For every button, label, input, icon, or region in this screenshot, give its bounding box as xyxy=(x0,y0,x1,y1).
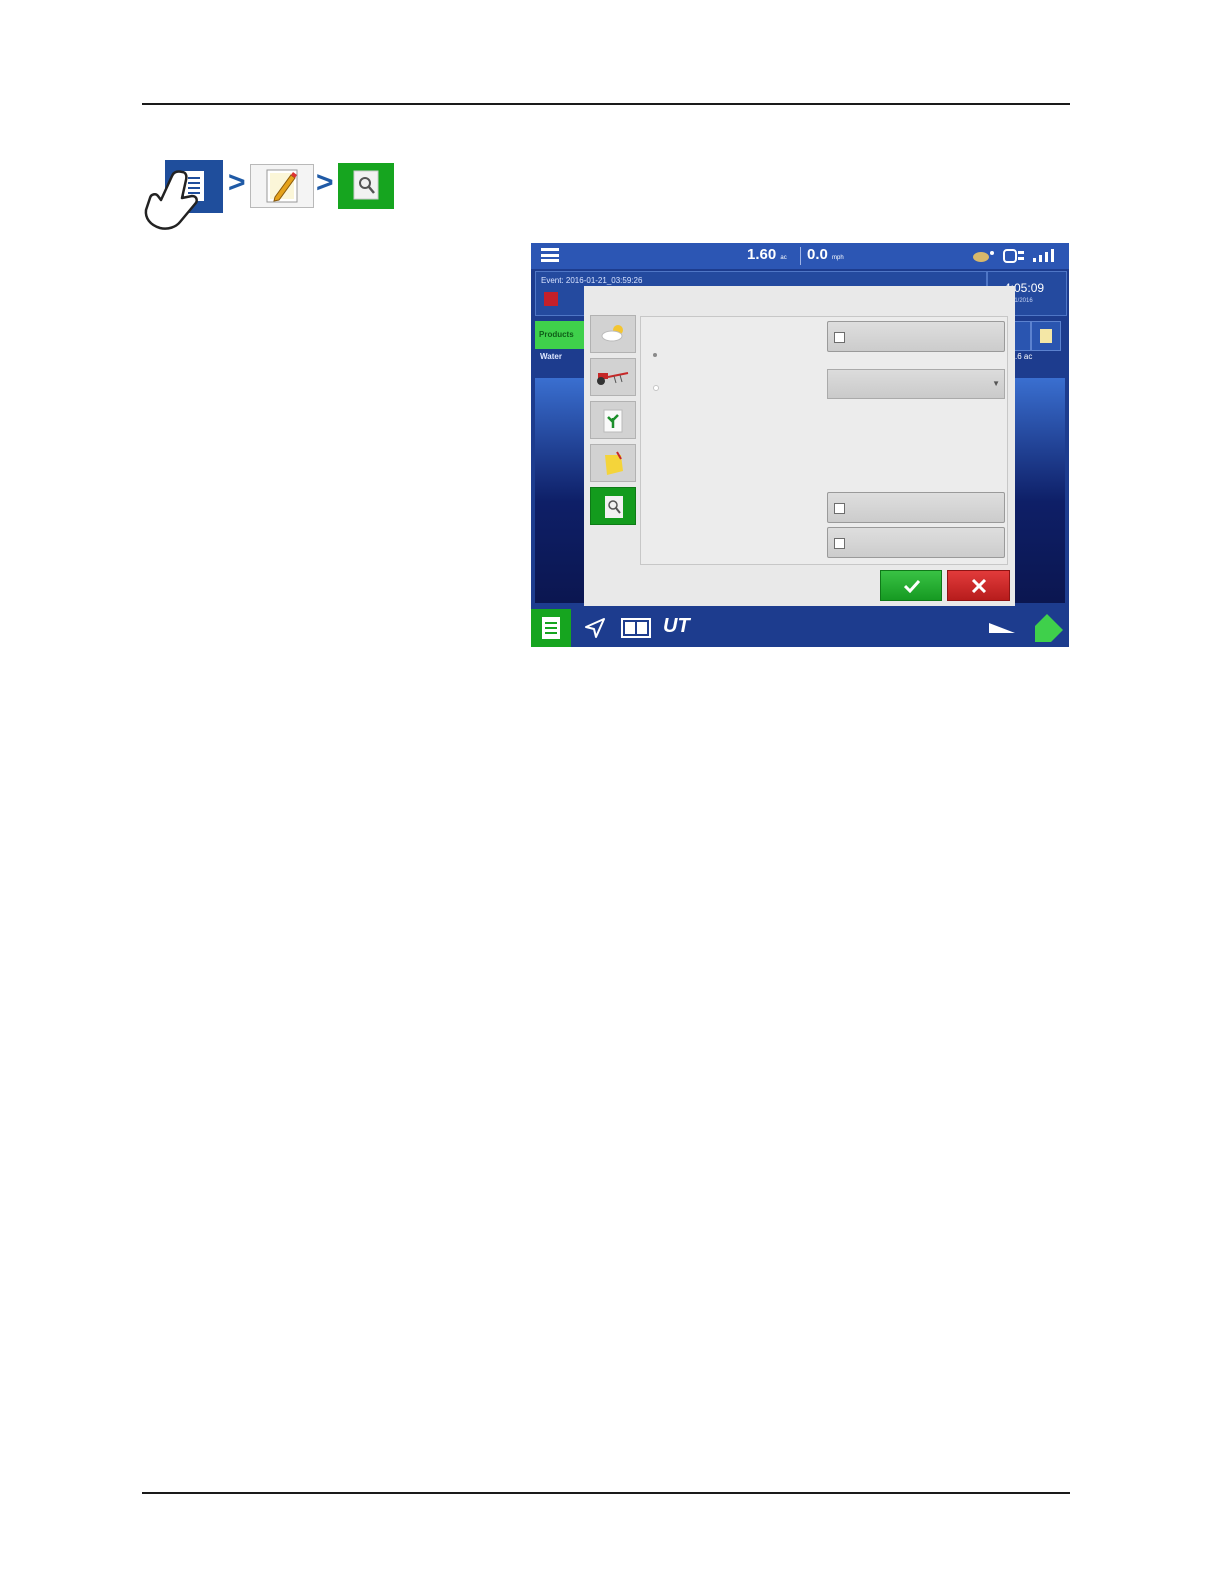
breadcrumb-separator: > xyxy=(316,166,334,199)
cancel-button[interactable] xyxy=(947,570,1010,601)
split-screen-icon[interactable] xyxy=(621,616,651,640)
option-checkbox-field-3[interactable] xyxy=(827,527,1005,558)
home-menu-icon xyxy=(542,617,560,639)
event-data-icon xyxy=(353,170,379,200)
area-unit: ac xyxy=(780,255,787,261)
crop-icon xyxy=(603,409,623,433)
bottom-nav-bar: UT xyxy=(531,609,1069,647)
event-label: Event: 2016-01-21_03:59:26 xyxy=(541,276,643,285)
speed-readout: 0.0 mph xyxy=(807,246,844,263)
checkmark-icon xyxy=(904,579,920,593)
checkbox[interactable] xyxy=(834,503,845,514)
edit-button[interactable] xyxy=(250,164,314,208)
display-screenshot: 1.60 ac 0.0 mph Event: 2016-01-21_03:59:… xyxy=(531,243,1069,647)
speed-unit: mph xyxy=(832,255,844,261)
checkbox[interactable] xyxy=(834,538,845,549)
area-readout: 1.60 ac xyxy=(747,246,787,263)
implement-icon[interactable] xyxy=(987,621,1017,635)
products-tab[interactable]: Products xyxy=(535,321,585,349)
right-acres: .6 ac xyxy=(1015,352,1033,361)
radio-option-1[interactable] xyxy=(653,353,657,357)
edit-icon xyxy=(266,169,298,203)
radio-option-2[interactable] xyxy=(653,385,659,391)
status-bar: 1.60 ac 0.0 mph xyxy=(531,243,1069,269)
notes-button[interactable] xyxy=(1031,321,1061,351)
home-nav-button[interactable] xyxy=(531,609,571,647)
data-icon xyxy=(605,496,623,518)
close-icon xyxy=(971,579,987,593)
weather-icon xyxy=(601,325,623,342)
option-checkbox-field-1[interactable] xyxy=(827,321,1005,352)
readout-divider xyxy=(800,247,801,265)
checkbox[interactable] xyxy=(834,332,845,343)
accept-button[interactable] xyxy=(880,570,942,601)
note-icon xyxy=(1040,329,1052,343)
tab-crop[interactable] xyxy=(590,401,636,439)
header-rule xyxy=(142,103,1070,105)
dialog-content-panel: ▼ xyxy=(640,316,1008,565)
tab-data[interactable] xyxy=(590,487,636,525)
status-icons xyxy=(973,249,1054,263)
breadcrumb-separator: > xyxy=(228,166,246,199)
speed-value: 0.0 xyxy=(807,246,828,263)
event-data-button[interactable] xyxy=(338,163,394,209)
tab-notes[interactable] xyxy=(590,444,636,482)
option-dropdown[interactable]: ▼ xyxy=(827,369,1005,399)
farm-icon xyxy=(544,292,558,306)
universal-terminal-button[interactable]: UT xyxy=(663,615,690,638)
notes-icon xyxy=(605,451,623,475)
hand-pointer-icon xyxy=(144,170,198,230)
tab-weather[interactable] xyxy=(590,315,636,353)
equipment-icon xyxy=(597,372,629,385)
footer-rule xyxy=(142,1492,1070,1494)
tab-equipment[interactable] xyxy=(590,358,636,396)
chevron-down-icon: ▼ xyxy=(992,379,1000,388)
field-coverage-icon[interactable] xyxy=(1031,612,1065,644)
guidance-icon[interactable] xyxy=(583,616,607,640)
edit-event-dialog: ▼ xyxy=(584,286,1015,606)
menu-icon[interactable] xyxy=(541,248,559,262)
option-checkbox-field-2[interactable] xyxy=(827,492,1005,523)
products-tab-label: Products xyxy=(539,330,574,339)
product-water-label: Water xyxy=(540,352,562,361)
area-value: 1.60 xyxy=(747,246,777,263)
